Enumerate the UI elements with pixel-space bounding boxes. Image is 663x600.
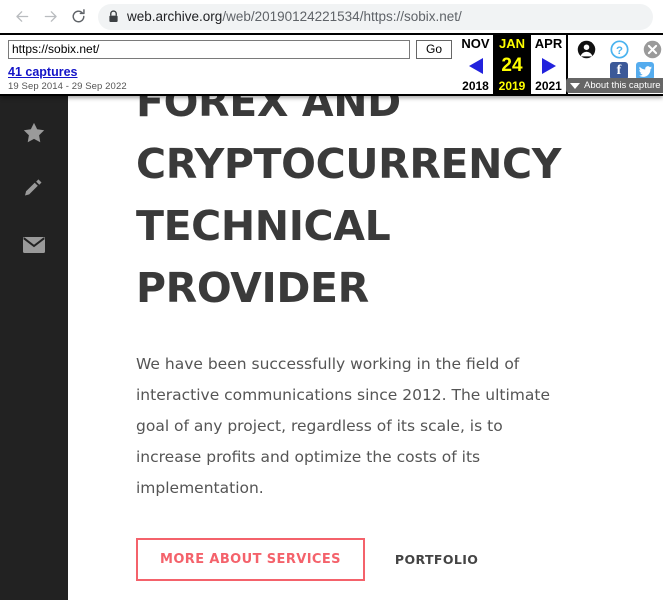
- forward-arrow-icon: [44, 11, 57, 22]
- sidebar-item-edit[interactable]: [19, 174, 49, 204]
- lock-icon: [108, 10, 119, 23]
- hero-paragraph: We have been successfully working in the…: [136, 355, 550, 497]
- reload-button[interactable]: [64, 3, 92, 31]
- sidebar-item-favorites[interactable]: [19, 118, 49, 148]
- current-year-label: 2019: [498, 79, 526, 93]
- previous-year-label: 2018: [462, 79, 489, 93]
- browser-toolbar: web.archive.org/web/20190124221534/https…: [0, 0, 663, 33]
- cta-row: MORE ABOUT SERVICES PORTFOLIO: [136, 538, 663, 581]
- previous-month-label: NOV: [461, 36, 490, 51]
- help-icon[interactable]: ?: [610, 40, 629, 59]
- about-this-capture-button[interactable]: About this capture: [566, 78, 663, 93]
- close-icon[interactable]: [643, 40, 662, 59]
- url-host: web.archive.org: [127, 9, 223, 24]
- portfolio-link[interactable]: PORTFOLIO: [395, 552, 478, 567]
- left-arrow-icon: [468, 57, 483, 74]
- current-capture-column: JAN 24 2019: [493, 35, 531, 94]
- forward-button[interactable]: [36, 3, 64, 31]
- star-icon: [23, 122, 45, 143]
- wayback-left-panel: Go 41 captures 19 Sep 2014 - 29 Sep 2022: [0, 35, 458, 94]
- svg-text:?: ?: [616, 45, 623, 57]
- page-title: FOREX AND CRYPTOCURRENCY TECHNICAL PROVI…: [136, 78, 562, 312]
- next-year-label: 2021: [535, 79, 562, 93]
- envelope-icon: [23, 237, 45, 253]
- screenshot-root: FOREX AND CRYPTOCURRENCY TECHNICAL PROVI…: [0, 0, 663, 600]
- next-capture-column[interactable]: APR 2021: [531, 35, 566, 94]
- captures-count-link[interactable]: 41 captures: [8, 65, 452, 79]
- sidebar-item-mail[interactable]: [19, 230, 49, 260]
- address-bar[interactable]: web.archive.org/web/20190124221534/https…: [98, 3, 653, 30]
- url-path: /web/20190124221534/https://sobix.net/: [222, 9, 462, 24]
- site-sidebar: [0, 33, 68, 600]
- wayback-right-panel: ? f About this capture: [566, 35, 663, 94]
- current-month-label: JAN: [498, 36, 525, 51]
- chevron-down-icon: [570, 82, 580, 89]
- wayback-go-button[interactable]: Go: [416, 39, 452, 59]
- account-icon[interactable]: [577, 40, 596, 59]
- previous-capture-arrow[interactable]: [465, 56, 487, 76]
- hero-section: FOREX AND CRYPTOCURRENCY TECHNICAL PROVI…: [68, 33, 663, 600]
- more-about-services-button[interactable]: MORE ABOUT SERVICES: [136, 538, 365, 581]
- pencil-icon: [25, 179, 42, 196]
- previous-capture-column[interactable]: NOV 2018: [458, 35, 493, 94]
- wayback-toolbar: Go 41 captures 19 Sep 2014 - 29 Sep 2022…: [0, 33, 663, 96]
- right-arrow-icon: [541, 57, 556, 74]
- back-arrow-icon: [15, 11, 28, 22]
- next-month-label: APR: [534, 36, 563, 51]
- about-this-capture-label: About this capture: [584, 80, 661, 91]
- wayback-icon-row: ?: [577, 40, 662, 59]
- webpage-viewport: FOREX AND CRYPTOCURRENCY TECHNICAL PROVI…: [0, 33, 663, 600]
- captures-date-range: 19 Sep 2014 - 29 Sep 2022: [8, 81, 127, 92]
- next-capture-arrow[interactable]: [538, 56, 560, 76]
- wayback-url-input[interactable]: [8, 39, 410, 59]
- back-button[interactable]: [8, 3, 36, 31]
- current-day-label: 24: [501, 54, 523, 76]
- wayback-date-navigator: NOV 2018 JAN 24 2019 APR 2021: [458, 35, 566, 94]
- wayback-url-row: Go: [8, 39, 452, 59]
- reload-icon: [72, 9, 85, 23]
